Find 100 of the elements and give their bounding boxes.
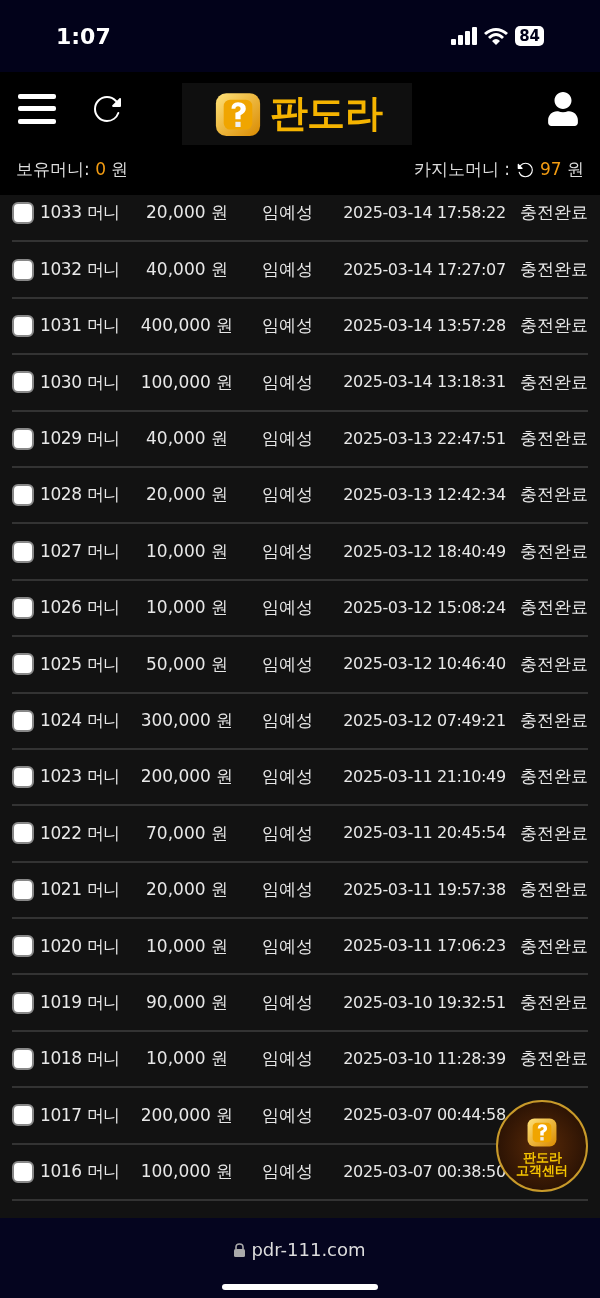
signal-icon <box>451 27 478 45</box>
request-number: 1020 머니 <box>40 934 121 958</box>
row-checkbox[interactable] <box>12 258 34 281</box>
request-date: 2025-03-11 19:57:38 <box>342 878 507 901</box>
request-date: 2025-03-13 22:47:51 <box>342 427 507 450</box>
row-checkbox[interactable] <box>12 371 34 394</box>
request-date: 2025-03-13 12:42:34 <box>342 484 507 507</box>
request-number: 1022 머니 <box>40 821 121 845</box>
status-text: 충전완료 <box>520 370 588 394</box>
request-date: 2025-03-14 17:27:07 <box>342 258 507 281</box>
status-text: 충전완료 <box>520 934 588 958</box>
status-text: 충전완료 <box>520 708 588 732</box>
row-checkbox[interactable] <box>12 935 34 958</box>
amount: 200,000 원 <box>139 765 235 789</box>
amount: 100,000 원 <box>139 1160 235 1184</box>
user-icon[interactable] <box>546 91 580 126</box>
depositor-name: 임예성 <box>260 990 314 1014</box>
logo[interactable]: 판도라 <box>182 82 412 145</box>
row-checkbox[interactable] <box>12 766 34 789</box>
amount: 100,000 원 <box>139 370 235 394</box>
status-text: 충전완료 <box>520 821 588 845</box>
lock-icon <box>234 1242 246 1257</box>
row-checkbox[interactable] <box>12 822 34 845</box>
casino-money-label: 카지노머니 : <box>413 158 510 182</box>
depositor-name: 임예성 <box>260 370 314 394</box>
status-text: 충전완료 <box>520 596 588 620</box>
row-checkbox[interactable] <box>12 878 34 901</box>
status-text: 충전완료 <box>520 878 588 902</box>
row-checkbox[interactable] <box>12 484 34 507</box>
amount: 20,000 원 <box>145 201 229 225</box>
depositor-name: 임예성 <box>260 257 314 281</box>
depositor-name: 임예성 <box>260 539 314 563</box>
request-date: 2025-03-11 17:06:23 <box>342 935 507 958</box>
status-text: 충전완료 <box>520 483 588 507</box>
request-date: 2025-03-11 20:45:54 <box>342 822 507 845</box>
request-number: 1027 머니 <box>40 539 121 563</box>
row-checkbox[interactable] <box>12 709 34 732</box>
battery-level: 84 <box>515 26 544 46</box>
request-number: 1017 머니 <box>40 1103 121 1127</box>
status-text: 충전완료 <box>520 427 588 450</box>
amount: 400,000 원 <box>139 314 235 338</box>
request-number: 1025 머니 <box>40 652 121 676</box>
amount: 200,000 원 <box>139 1103 235 1127</box>
row-checkbox[interactable] <box>12 1104 34 1127</box>
request-date: 2025-03-11 21:10:49 <box>342 766 507 789</box>
row-checkbox[interactable] <box>12 427 34 450</box>
request-number: 1018 머니 <box>40 1047 121 1071</box>
row-checkbox[interactable] <box>12 653 34 676</box>
amount: 40,000 원 <box>145 257 229 281</box>
status-text: 충전완료 <box>520 765 588 789</box>
request-number: 1029 머니 <box>40 427 121 450</box>
depositor-name: 임예성 <box>260 427 314 450</box>
depositor-name: 임예성 <box>260 708 314 732</box>
status-text: 충전완료 <box>520 314 588 338</box>
request-number: 1016 머니 <box>40 1160 121 1184</box>
row-checkbox[interactable] <box>12 202 34 225</box>
row-checkbox[interactable] <box>12 991 34 1014</box>
request-date: 2025-03-14 13:57:28 <box>342 314 507 337</box>
request-number: 1019 머니 <box>40 990 121 1014</box>
row-checkbox[interactable] <box>12 314 34 337</box>
amount: 50,000 원 <box>145 652 229 676</box>
status-text: 충전완료 <box>520 201 588 225</box>
amount: 40,000 원 <box>145 427 229 450</box>
row-checkbox[interactable] <box>12 1160 34 1183</box>
request-date: 2025-03-12 18:40:49 <box>342 540 507 563</box>
depositor-name: 임예성 <box>260 1047 314 1071</box>
holding-money: 보유머니: 0 원 <box>16 158 129 182</box>
url-text[interactable]: pdr-111.com <box>251 1236 366 1263</box>
depositor-name: 임예성 <box>260 765 314 789</box>
row-checkbox[interactable] <box>12 540 34 563</box>
row-checkbox[interactable] <box>12 596 34 619</box>
question-box-icon <box>525 1115 559 1149</box>
status-text: 충전완료 <box>520 257 588 281</box>
amount: 20,000 원 <box>145 483 229 507</box>
request-date: 2025-03-10 11:28:39 <box>342 1048 507 1071</box>
depositor-name: 임예성 <box>260 1103 314 1127</box>
request-number: 1033 머니 <box>40 201 121 225</box>
request-number: 1031 머니 <box>40 314 121 338</box>
amount: 10,000 원 <box>145 596 229 620</box>
depositor-name: 임예성 <box>260 878 314 902</box>
request-date: 2025-03-12 15:08:24 <box>342 596 507 619</box>
menu-icon[interactable] <box>18 93 56 124</box>
request-number: 1024 머니 <box>40 708 121 732</box>
amount: 70,000 원 <box>145 821 229 845</box>
amount: 300,000 원 <box>139 708 235 732</box>
request-number: 1021 머니 <box>40 878 121 902</box>
depositor-name: 임예성 <box>260 934 314 958</box>
request-date: 2025-03-12 07:49:21 <box>342 709 507 732</box>
depositor-name: 임예성 <box>260 596 314 620</box>
status-text: 충전완료 <box>520 539 588 563</box>
request-number: 1023 머니 <box>40 765 121 789</box>
request-date: 2025-03-10 19:32:51 <box>342 991 507 1014</box>
request-date: 2025-03-14 17:58:22 <box>342 202 507 225</box>
request-number: 1032 머니 <box>40 257 121 281</box>
clock-time: 1:07 <box>56 22 111 51</box>
status-text: 충전완료 <box>520 652 588 676</box>
refresh-icon[interactable] <box>515 161 534 179</box>
depositor-name: 임예성 <box>260 821 314 845</box>
casino-money-amount: 97 원 <box>539 158 584 182</box>
row-checkbox[interactable] <box>12 1048 34 1071</box>
